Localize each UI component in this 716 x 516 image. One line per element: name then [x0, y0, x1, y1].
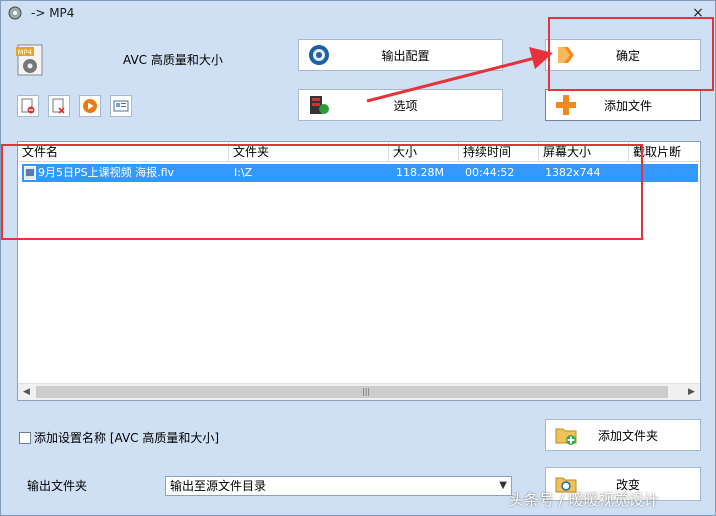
list-header: 文件名 文件夹 大小 持续时间 屏幕大小 截取片断	[18, 142, 700, 162]
horizontal-scrollbar[interactable]: ◀ ||| ▶	[18, 383, 700, 400]
video-file-icon	[24, 166, 36, 180]
column-header-folder[interactable]: 文件夹	[229, 142, 389, 162]
add-folder-button[interactable]: 添加文件夹	[545, 419, 701, 451]
title-bar: -> MP4 ×	[1, 1, 715, 27]
column-header-size[interactable]: 大小	[389, 142, 459, 162]
close-button[interactable]: ×	[689, 4, 707, 22]
scroll-thumb[interactable]: |||	[36, 386, 668, 398]
scroll-grip: |||	[362, 387, 371, 396]
column-header-screen-size[interactable]: 屏幕大小	[539, 142, 629, 162]
remove-file-icon	[21, 98, 35, 114]
column-header-duration[interactable]: 持续时间	[459, 142, 539, 162]
clear-list-icon	[52, 98, 65, 114]
cell-size: 118.28M	[396, 166, 444, 179]
cell-screen-size: 1382x744	[545, 166, 601, 179]
column-header-clip[interactable]: 截取片断	[629, 142, 700, 162]
confirm-button[interactable]: 确定	[545, 39, 701, 71]
column-header-filename[interactable]: 文件名	[18, 142, 229, 162]
window-title: -> MP4	[31, 6, 75, 20]
output-folder-label: 输出文件夹	[27, 479, 88, 493]
app-window: -> MP4 × MP4 AVC 高质量和大小 输出配置 确定 选项 添加文件 …	[0, 0, 716, 516]
options-icon	[310, 96, 329, 114]
clear-list-button[interactable]	[48, 95, 70, 117]
cell-duration: 00:44:52	[465, 166, 515, 179]
mp4-format-icon: MP4	[16, 44, 43, 76]
output-config-icon	[309, 45, 329, 65]
watermark: 头条号 / 暖暖视觉设计	[509, 491, 659, 509]
remove-file-button[interactable]	[17, 95, 39, 117]
cell-folder: I:\Z	[234, 166, 253, 179]
app-icon	[8, 6, 22, 20]
scroll-right-arrow[interactable]: ▶	[683, 384, 700, 401]
play-icon	[83, 99, 97, 113]
table-row[interactable]: 9月5日PS上课视频 海报.flv I:\Z 118.28M 00:44:52 …	[22, 164, 698, 182]
media-info-icon	[113, 100, 129, 112]
add-file-button[interactable]: 添加文件	[545, 89, 701, 121]
format-label: AVC 高质量和大小	[123, 53, 223, 67]
add-setting-name-label: 添加设置名称 [AVC 高质量和大小]	[34, 431, 220, 445]
media-info-button[interactable]	[110, 95, 132, 117]
annotation-arrow	[366, 47, 553, 103]
format-icon-text: MP4	[18, 49, 33, 57]
add-folder-icon	[555, 428, 577, 445]
chevron-down-icon: ▼	[499, 480, 507, 491]
cell-filename: 9月5日PS上课视频 海报.flv	[38, 166, 175, 179]
file-list[interactable]: 文件名 文件夹 大小 持续时间 屏幕大小 截取片断 9月5日PS上课视频 海报.…	[17, 141, 701, 401]
play-button[interactable]	[79, 95, 101, 117]
add-setting-name-checkbox[interactable]: 添加设置名称 [AVC 高质量和大小]	[19, 429, 219, 446]
output-folder-value: 输出至源文件目录	[170, 479, 267, 493]
cell-clip	[635, 164, 695, 182]
scroll-left-arrow[interactable]: ◀	[18, 384, 35, 401]
checkbox-box[interactable]	[19, 431, 31, 444]
output-folder-select[interactable]: 输出至源文件目录 ▼	[165, 476, 512, 496]
